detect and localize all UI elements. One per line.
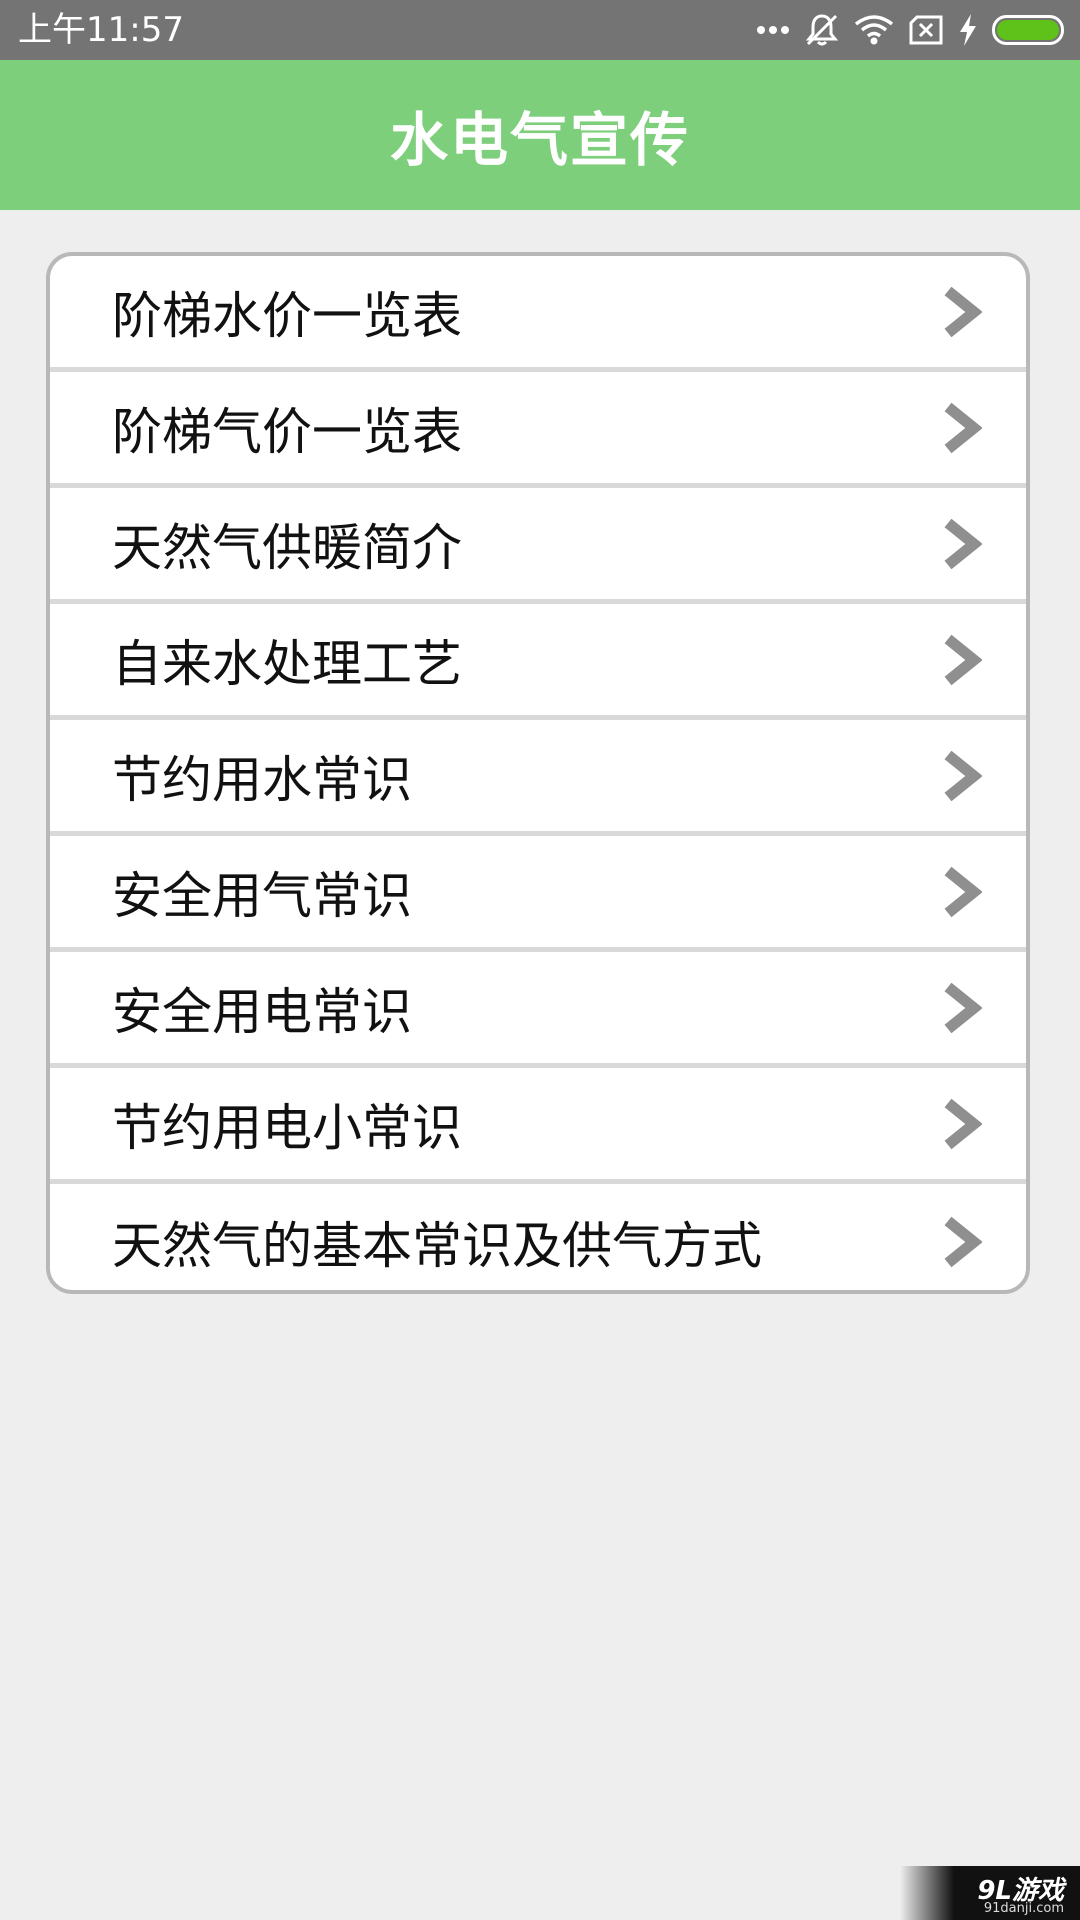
status-bar: 上午11:57 [0,0,1080,60]
watermark-url: 91danji.com [983,1901,1064,1916]
sim-off-icon [908,15,944,45]
mute-icon [804,12,840,48]
menu-item-electric-saving[interactable]: 节约用电小常识 [50,1068,1026,1184]
menu-item-gas-safety[interactable]: 安全用气常识 [50,836,1026,952]
more-dots-icon [756,24,790,36]
chevron-right-icon [944,286,982,337]
header-bar: 水电气宣传 [0,60,1080,210]
chevron-right-icon [944,982,982,1033]
menu-item-label: 安全用气常识 [112,866,412,925]
menu-item-label: 节约用水常识 [112,750,412,809]
chevron-right-icon [944,750,982,801]
menu-item-label: 自来水处理工艺 [112,634,462,693]
menu-item-water-treatment[interactable]: 自来水处理工艺 [50,604,1026,720]
battery-icon [992,15,1064,45]
status-icons [756,10,1064,50]
menu-item-gas-heating[interactable]: 天然气供暖简介 [50,488,1026,604]
chevron-right-icon [944,402,982,453]
watermark: 9L游戏 91danji.com [900,1866,1080,1920]
chevron-right-icon [944,1216,982,1268]
chevron-right-icon [944,634,982,685]
menu-item-gas-price[interactable]: 阶梯气价一览表 [50,372,1026,488]
chevron-right-icon [944,518,982,569]
menu-item-water-saving[interactable]: 节约用水常识 [50,720,1026,836]
menu-item-water-price[interactable]: 阶梯水价一览表 [50,256,1026,372]
menu-item-label: 天然气供暖简介 [112,518,462,577]
wifi-icon [854,14,894,46]
menu-item-label: 阶梯气价一览表 [112,402,462,461]
menu-item-electric-safety[interactable]: 安全用电常识 [50,952,1026,1068]
page-title: 水电气宣传 [389,106,690,174]
status-time: 上午11:57 [18,10,184,50]
menu-list: 阶梯水价一览表 阶梯气价一览表 天然气供暖简介 自来水处理工艺 节约用水常识 安… [46,252,1030,1294]
menu-item-label: 阶梯水价一览表 [112,286,462,345]
menu-item-label: 安全用电常识 [112,982,412,1041]
chevron-right-icon [944,1098,982,1149]
charging-icon [958,13,978,47]
chevron-right-icon [944,866,982,917]
menu-item-label: 天然气的基本常识及供气方式 [112,1217,762,1275]
menu-item-label: 节约用电小常识 [112,1098,462,1157]
menu-item-gas-basics[interactable]: 天然气的基本常识及供气方式 [50,1184,1026,1290]
